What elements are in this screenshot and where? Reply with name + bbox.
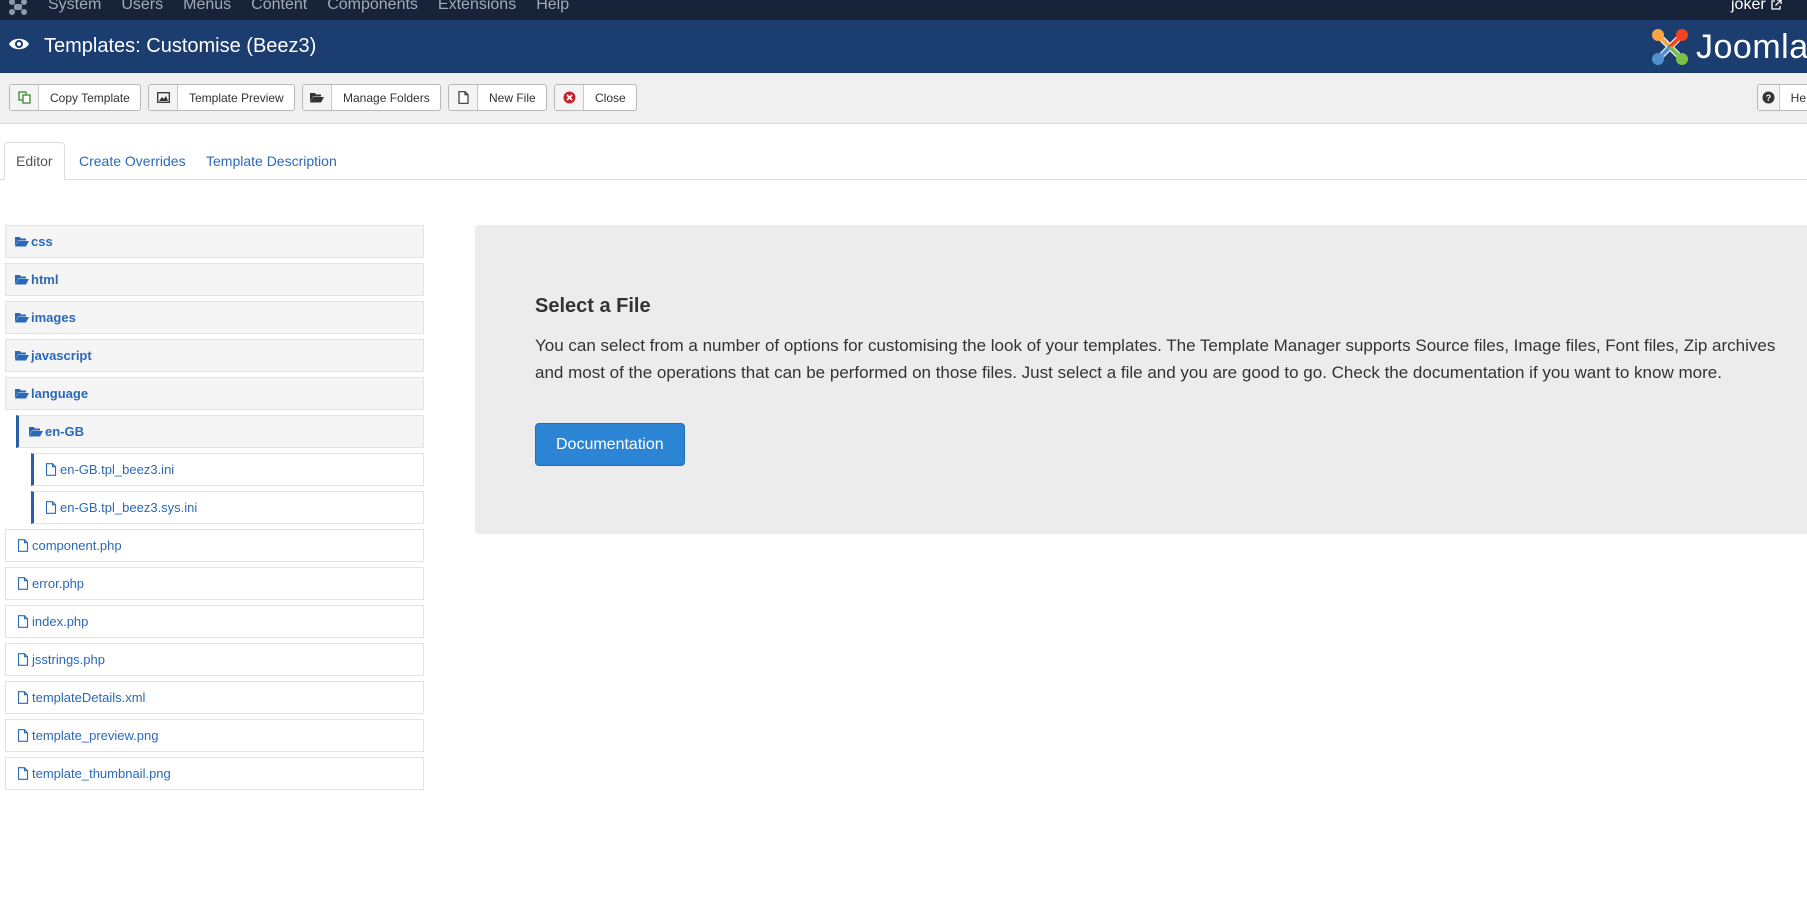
copy-icon xyxy=(10,85,39,110)
file-icon xyxy=(17,653,29,666)
new-file-label: New File xyxy=(489,90,536,105)
tree-item-label: html xyxy=(31,272,59,287)
tree-item-label: jsstrings.php xyxy=(32,652,105,667)
folder-open-icon xyxy=(15,275,29,285)
select-file-panel: Select a File You can select from a numb… xyxy=(475,225,1807,534)
tree-file-index-php[interactable]: index.php xyxy=(5,605,424,638)
svg-text:?: ? xyxy=(1766,93,1772,103)
panel-description: You can select from a number of options … xyxy=(535,336,1776,382)
copy-template-label: Copy Template xyxy=(50,90,130,105)
panel-heading: Select a File xyxy=(535,295,651,317)
menu-users[interactable]: Users xyxy=(121,0,163,14)
tree-file-template-thumbnail-png[interactable]: template_thumbnail.png xyxy=(5,757,424,790)
file-icon xyxy=(45,463,57,476)
tree-item-label: css xyxy=(31,234,53,249)
menu-help[interactable]: Help xyxy=(536,0,569,14)
help-button[interactable]: ? He xyxy=(1757,84,1807,111)
tree-folder-html[interactable]: html xyxy=(5,263,424,296)
close-label: Close xyxy=(595,90,626,105)
template-preview-button[interactable]: Template Preview xyxy=(148,84,295,111)
tree-file-en-gb-sys-ini[interactable]: en-GB.tpl_beez3.sys.ini xyxy=(31,491,424,524)
page-header: Templates: Customise (Beez3) Joomla xyxy=(0,20,1807,73)
folder-open-icon xyxy=(15,351,29,361)
menu-menus[interactable]: Menus xyxy=(183,0,231,14)
main-menu: System Users Menus Content Components Ex… xyxy=(48,0,569,14)
tree-folder-language[interactable]: language xyxy=(5,377,424,410)
joomla-icon[interactable] xyxy=(8,0,28,16)
tab-create-overrides[interactable]: Create Overrides xyxy=(79,142,186,179)
joomla-brand: Joomla xyxy=(1650,27,1807,67)
tab-template-description[interactable]: Template Description xyxy=(206,142,337,179)
tree-item-label: index.php xyxy=(32,614,89,629)
folder-open-icon xyxy=(29,427,43,437)
tree-file-en-gb-ini[interactable]: en-GB.tpl_beez3.ini xyxy=(31,453,424,486)
tree-item-label: component.php xyxy=(32,538,122,553)
template-preview-label: Template Preview xyxy=(189,90,284,105)
file-icon xyxy=(17,577,29,590)
file-icon xyxy=(17,539,29,552)
menu-system[interactable]: System xyxy=(48,0,101,14)
folder-open-icon xyxy=(15,313,29,323)
file-icon xyxy=(17,615,29,628)
manage-folders-button[interactable]: Manage Folders xyxy=(302,84,441,111)
close-button[interactable]: Close xyxy=(554,84,637,111)
close-icon xyxy=(555,85,584,110)
tree-item-label: language xyxy=(31,386,89,401)
folder-open-icon xyxy=(303,85,332,110)
copy-template-button[interactable]: Copy Template xyxy=(9,84,141,111)
menu-components[interactable]: Components xyxy=(327,0,418,14)
tree-file-jsstrings-php[interactable]: jsstrings.php xyxy=(5,643,424,676)
tree-item-label: en-GB.tpl_beez3.ini xyxy=(60,462,175,477)
tree-item-label: templateDetails.xml xyxy=(32,690,146,705)
tree-file-templatedetails-xml[interactable]: templateDetails.xml xyxy=(5,681,424,714)
menu-extensions[interactable]: Extensions xyxy=(438,0,516,14)
manage-folders-label: Manage Folders xyxy=(343,90,430,105)
tab-bar: Editor Create Overrides Template Descrip… xyxy=(0,142,1807,180)
joomla-logo-icon xyxy=(1652,29,1688,65)
file-icon xyxy=(17,691,29,704)
tree-folder-images[interactable]: images xyxy=(5,301,424,334)
folder-open-icon xyxy=(15,389,29,399)
external-link-icon xyxy=(1771,0,1782,10)
tree-item-label: images xyxy=(31,310,76,325)
user-menu[interactable]: joker xyxy=(1731,0,1782,14)
file-icon xyxy=(17,729,29,742)
user-name: joker xyxy=(1731,0,1766,13)
folder-open-icon xyxy=(15,237,29,247)
menu-content[interactable]: Content xyxy=(251,0,307,14)
tree-folder-css[interactable]: css xyxy=(5,225,424,258)
top-nav: System Users Menus Content Components Ex… xyxy=(0,0,1807,20)
brand-wordmark: Joomla xyxy=(1696,27,1807,66)
tree-item-label: en-GB xyxy=(45,424,84,439)
tree-item-label: javascript xyxy=(31,348,92,363)
documentation-button[interactable]: Documentation xyxy=(535,423,685,466)
file-icon xyxy=(449,85,478,110)
page-title: Templates: Customise (Beez3) xyxy=(44,35,317,57)
tree-file-component-php[interactable]: component.php xyxy=(5,529,424,562)
tree-item-label: error.php xyxy=(32,576,85,591)
tree-item-label: template_preview.png xyxy=(32,728,159,743)
tree-item-label: template_thumbnail.png xyxy=(32,766,171,781)
help-icon: ? xyxy=(1758,85,1780,110)
file-icon xyxy=(45,501,57,514)
tree-folder-javascript[interactable]: javascript xyxy=(5,339,424,372)
tree-file-template-preview-png[interactable]: template_preview.png xyxy=(5,719,424,752)
tree-folder-en-gb[interactable]: en-GB xyxy=(16,415,424,448)
new-file-button[interactable]: New File xyxy=(448,84,547,111)
tree-file-error-php[interactable]: error.php xyxy=(5,567,424,600)
help-label: He xyxy=(1790,90,1806,105)
eye-icon xyxy=(9,38,29,50)
tab-editor[interactable]: Editor xyxy=(4,142,65,180)
file-icon xyxy=(17,767,29,780)
image-icon xyxy=(149,85,178,110)
tree-item-label: en-GB.tpl_beez3.sys.ini xyxy=(60,500,198,515)
toolbar: Copy Template Template Preview Manage Fo… xyxy=(0,73,1807,124)
